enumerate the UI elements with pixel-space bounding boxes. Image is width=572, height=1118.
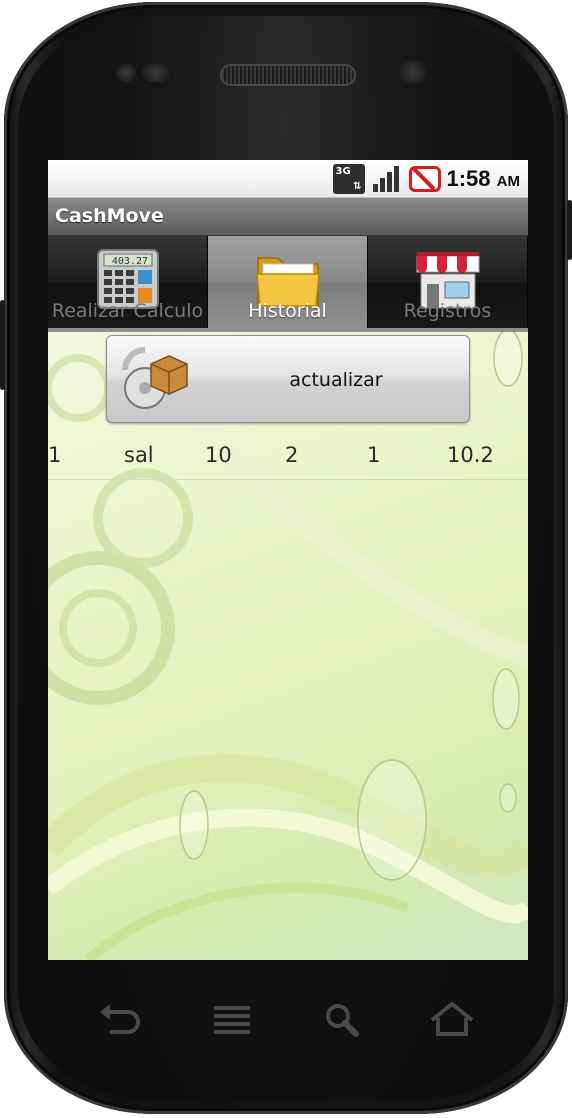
- history-row: 1 sal 10 2 1 10.2: [48, 436, 528, 480]
- row-cell-4: 2: [285, 443, 299, 467]
- power-button: [567, 200, 572, 260]
- app-title: CashMove: [55, 205, 164, 227]
- proximity-sensor: [116, 64, 136, 82]
- refresh-box-icon: [122, 347, 188, 409]
- signal-strength-icon: [371, 164, 403, 194]
- status-bar: 3G ⇅ 1:58 AM: [48, 160, 528, 198]
- tab-label-historial: Historial: [248, 300, 327, 322]
- row-cell-5: 1: [367, 443, 381, 467]
- tab-realizar-calculo[interactable]: 403.27 Realizar Calculo: [48, 236, 208, 328]
- screen: 3G ⇅ 1:58 AM CashMove 403.27 Realizar Ca…: [48, 160, 528, 960]
- tab-bar: 403.27 Realizar Calculo Historial Regist…: [48, 236, 528, 328]
- actualizar-label: actualizar: [289, 369, 383, 391]
- menu-icon[interactable]: [202, 990, 262, 1050]
- status-clock: 1:58 AM: [447, 166, 521, 192]
- row-cell-1: 1: [48, 443, 62, 467]
- volume-button: [0, 300, 5, 390]
- row-cell-2: sal: [124, 443, 154, 467]
- front-camera: [400, 60, 426, 84]
- clock-ampm: AM: [496, 173, 520, 190]
- app-title-bar: CashMove: [48, 198, 528, 236]
- network-3g-icon: 3G ⇅: [332, 164, 365, 194]
- svg-text:403.27: 403.27: [111, 256, 147, 267]
- row-cell-3: 10: [205, 443, 232, 467]
- light-sensor: [142, 64, 170, 82]
- home-icon[interactable]: [422, 990, 482, 1050]
- tab-historial[interactable]: Historial: [208, 236, 368, 328]
- tab-label-registros: Registros: [403, 300, 492, 322]
- earpiece-speaker: [222, 66, 354, 84]
- back-icon[interactable]: [88, 990, 148, 1050]
- historial-panel: actualizar 1 sal 10 2 1 10.2: [48, 328, 528, 960]
- tab-indicator-strip: [48, 328, 528, 332]
- search-icon[interactable]: [312, 990, 372, 1050]
- hardware-nav-bar: [60, 990, 510, 1050]
- actualizar-button[interactable]: actualizar: [106, 335, 470, 423]
- data-arrows-icon: ⇅: [353, 181, 362, 192]
- clock-time: 1:58: [446, 166, 491, 191]
- tab-registros[interactable]: Registros: [368, 236, 528, 328]
- network-type: 3G: [335, 166, 351, 177]
- no-sim-icon: [408, 166, 441, 192]
- row-cell-6: 10.2: [447, 443, 494, 467]
- tab-label-realizar-calculo: Realizar Calculo: [51, 300, 204, 322]
